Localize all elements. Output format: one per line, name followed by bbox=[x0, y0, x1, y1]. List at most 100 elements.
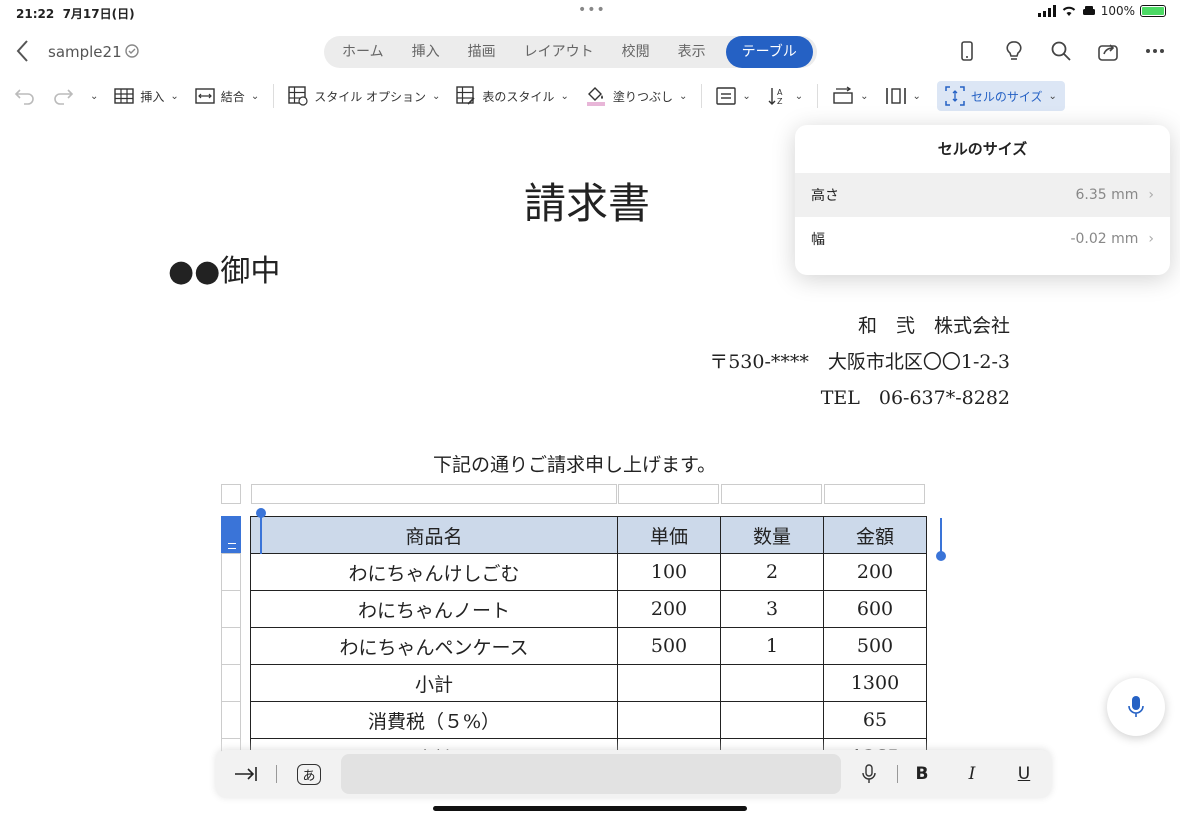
chevron-down-icon: ⌄ bbox=[1048, 90, 1057, 102]
company-name: 和 弐 株式会社 bbox=[857, 315, 1010, 337]
table-cell[interactable]: 1 bbox=[720, 627, 824, 665]
table-cell[interactable]: 小計 bbox=[250, 664, 618, 702]
tab-view[interactable]: 表示 bbox=[664, 36, 720, 68]
table-cell[interactable]: 3 bbox=[720, 590, 824, 628]
tab-home[interactable]: ホーム bbox=[328, 36, 398, 68]
table-cell[interactable]: わにちゃんペンケース bbox=[250, 627, 618, 665]
dictation-button[interactable] bbox=[841, 756, 897, 792]
selection-end-handle[interactable] bbox=[936, 551, 946, 561]
column-selector-amount[interactable] bbox=[824, 484, 925, 504]
table-cell[interactable]: 200 bbox=[617, 590, 721, 628]
row-handle[interactable] bbox=[221, 701, 241, 738]
sort-button[interactable]: A Z ⌄ bbox=[759, 81, 811, 111]
cell-size-button[interactable]: セルのサイズ ⌄ bbox=[936, 81, 1065, 111]
cell-size-popover: セルのサイズ 高さ 6.35 mm › 幅 -0.02 mm › bbox=[795, 125, 1170, 275]
kana-key-label: あ bbox=[297, 763, 321, 785]
company-phone: TEL 06-637*-8282 bbox=[820, 387, 1010, 409]
column-selector-qty[interactable] bbox=[721, 484, 822, 504]
row-handle[interactable] bbox=[221, 664, 241, 701]
table-row[interactable]: 消費税（５%） 65 bbox=[250, 701, 927, 739]
tab-draw[interactable]: 描画 bbox=[454, 36, 510, 68]
table-row[interactable]: わにちゃんペンケース 500 1 500 bbox=[250, 627, 927, 665]
table-row[interactable]: わにちゃんノート 200 3 600 bbox=[250, 590, 927, 628]
table-cell[interactable]: わにちゃんけしごむ bbox=[250, 553, 618, 591]
ribbon-divider bbox=[817, 84, 819, 108]
column-selector-product[interactable] bbox=[251, 484, 617, 504]
text-direction-button[interactable]: ⌄ bbox=[824, 81, 876, 111]
distribute-columns-button[interactable]: ⌄ bbox=[877, 81, 929, 111]
header-cell[interactable]: 数量 bbox=[720, 516, 824, 554]
shading-button[interactable]: 塗りつぶし ⌄ bbox=[577, 81, 696, 111]
italic-button[interactable]: I bbox=[946, 756, 998, 792]
undo-button[interactable] bbox=[0, 81, 44, 111]
cell-alignment-button[interactable]: ⌄ bbox=[708, 81, 758, 111]
company-block: 和 弐 株式会社 〒530-**** 大阪市北区〇〇1-2-3 TEL 06-6… bbox=[709, 308, 1010, 416]
cloud-sync-icon bbox=[125, 44, 139, 58]
bold-button[interactable]: B bbox=[898, 756, 946, 792]
document-name[interactable]: sample21 bbox=[48, 43, 122, 61]
ribbon-overflow-chevron[interactable]: ⌄ bbox=[82, 81, 106, 111]
multitasking-dots-icon[interactable]: ••• bbox=[578, 2, 606, 18]
header-cell[interactable]: 商品名 bbox=[250, 516, 618, 554]
row-handle[interactable] bbox=[221, 553, 241, 590]
table-cell[interactable] bbox=[617, 664, 721, 702]
kana-key-button[interactable]: あ bbox=[277, 756, 341, 792]
car-icon bbox=[1082, 6, 1095, 15]
column-width-setting[interactable]: 幅 -0.02 mm › bbox=[795, 217, 1170, 261]
insert-label: 挿入 bbox=[140, 89, 165, 104]
home-indicator[interactable] bbox=[433, 806, 747, 811]
header-cell[interactable]: 単価 bbox=[617, 516, 721, 554]
column-selector-handle[interactable] bbox=[221, 484, 241, 504]
invoice-table[interactable]: 商品名 単価 数量 金額 わにちゃんけしごむ 100 2 200 わにちゃんノー… bbox=[250, 516, 927, 776]
tab-insert[interactable]: 挿入 bbox=[398, 36, 454, 68]
tab-layout[interactable]: レイアウト bbox=[510, 36, 608, 68]
row-handle[interactable] bbox=[221, 627, 241, 664]
table-cell[interactable] bbox=[617, 701, 721, 739]
back-chevron-icon[interactable] bbox=[12, 38, 34, 64]
redo-button[interactable] bbox=[44, 81, 82, 111]
table-cell[interactable]: 500 bbox=[823, 627, 927, 665]
underline-button[interactable]: U bbox=[998, 756, 1050, 792]
table-cell[interactable]: 65 bbox=[823, 701, 927, 739]
table-cell[interactable]: 100 bbox=[617, 553, 721, 591]
table-cell[interactable]: わにちゃんノート bbox=[250, 590, 618, 628]
tab-table[interactable]: テーブル bbox=[725, 36, 813, 68]
tab-review[interactable]: 校閲 bbox=[608, 36, 664, 68]
table-header-row[interactable]: 商品名 単価 数量 金額 bbox=[250, 516, 927, 554]
chevron-down-icon: ⌄ bbox=[250, 90, 260, 102]
document-title: 請求書 bbox=[524, 179, 651, 228]
lightbulb-icon[interactable] bbox=[1003, 40, 1025, 62]
table-row[interactable]: 小計 1300 bbox=[250, 664, 927, 702]
more-options-icon[interactable] bbox=[1144, 40, 1166, 62]
microphone-icon bbox=[862, 764, 876, 783]
style-options-button[interactable]: スタイル オプション ⌄ bbox=[280, 81, 448, 111]
share-icon[interactable] bbox=[1097, 40, 1119, 62]
tab-key-button[interactable] bbox=[216, 756, 276, 792]
search-icon[interactable] bbox=[1050, 40, 1072, 62]
table-cell[interactable]: 500 bbox=[617, 627, 721, 665]
column-selector-price[interactable] bbox=[618, 484, 719, 504]
row-handle-selected[interactable] bbox=[221, 516, 241, 553]
table-row[interactable]: わにちゃんけしごむ 100 2 200 bbox=[250, 553, 927, 591]
merge-button[interactable]: 結合 ⌄ bbox=[187, 81, 267, 111]
phone-view-icon[interactable] bbox=[956, 40, 978, 62]
row-height-setting[interactable]: 高さ 6.35 mm › bbox=[795, 173, 1170, 217]
selection-end-bar bbox=[940, 518, 942, 554]
dictate-button[interactable] bbox=[1107, 678, 1165, 736]
table-cell[interactable]: 600 bbox=[823, 590, 927, 628]
battery-icon bbox=[1140, 5, 1166, 17]
paint-bucket-icon bbox=[586, 87, 605, 106]
table-cell[interactable] bbox=[720, 664, 824, 702]
table-cell[interactable] bbox=[720, 701, 824, 739]
table-cell[interactable]: 2 bbox=[720, 553, 824, 591]
insert-button[interactable]: 挿入 ⌄ bbox=[106, 81, 186, 111]
table-cell[interactable]: 200 bbox=[823, 553, 927, 591]
row-handle[interactable] bbox=[221, 590, 241, 627]
header-cell[interactable]: 金額 bbox=[823, 516, 927, 554]
shading-label: 塗りつぶし bbox=[612, 89, 673, 104]
table-styles-button[interactable]: 表のスタイル ⌄ bbox=[448, 81, 576, 111]
table-cell[interactable]: 1300 bbox=[823, 664, 927, 702]
prediction-field[interactable] bbox=[341, 754, 841, 794]
table-cell[interactable]: 消費税（５%） bbox=[250, 701, 618, 739]
selection-start-handle[interactable] bbox=[256, 508, 266, 518]
